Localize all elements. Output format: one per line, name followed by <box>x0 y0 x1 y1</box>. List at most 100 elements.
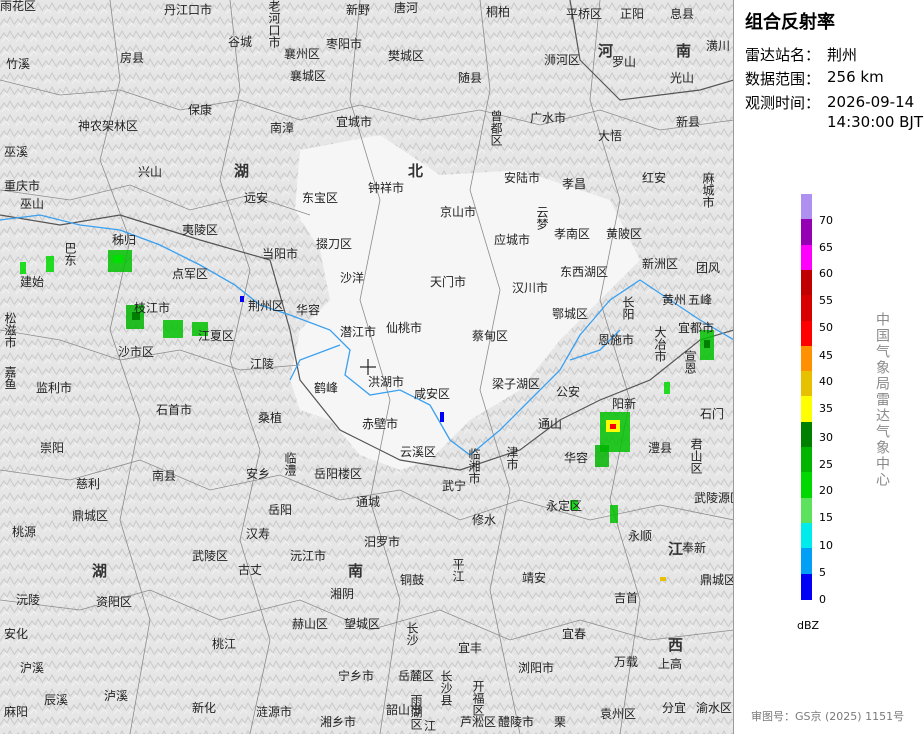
time-clock: 14:30:00 BJT <box>827 113 924 131</box>
city-label: 醴陵市 <box>498 715 535 729</box>
city-label: 赤壁市 <box>362 417 399 431</box>
city-label: 云溪区 <box>400 445 437 459</box>
city-label: 奉新 <box>682 541 707 555</box>
legend-tick-label: 5 <box>819 566 826 579</box>
city-label: 沪溪 <box>20 661 45 675</box>
city-label: 远安 <box>244 191 269 205</box>
city-label: 江陵 <box>250 357 275 371</box>
city-label: 大悟 <box>598 129 623 143</box>
time-value: 2026-09-14 14:30:00 BJT <box>827 92 923 132</box>
city-label: 荆州区 <box>248 299 285 313</box>
legend-tick-label: 30 <box>819 431 833 444</box>
city-label: 谷城 <box>228 35 253 49</box>
city-label: 临湘市 <box>467 448 481 484</box>
city-label: 黄陂区 <box>606 227 643 241</box>
city-label: 秭归 <box>112 233 137 247</box>
time-label: 观测时间： <box>745 94 821 112</box>
city-label: 阳新 <box>612 397 637 411</box>
city-label: 雨花区 <box>0 0 37 13</box>
city-label: 汉川市 <box>512 281 549 295</box>
city-label: 嘉鱼 <box>3 366 17 390</box>
city-label: 古丈 <box>238 563 263 577</box>
city-label: 安化 <box>4 627 29 641</box>
city-label: 浏阳市 <box>518 661 555 675</box>
city-label: 麻城市 <box>701 172 715 208</box>
province-label: 西 <box>668 636 684 654</box>
city-label: 仙桃市 <box>386 321 423 335</box>
city-label: 鹤峰 <box>314 381 339 395</box>
city-label: 沙市区 <box>118 345 155 359</box>
station-value: 荆州 <box>827 46 858 64</box>
city-label: 澧县 <box>648 441 673 455</box>
range-row: 数据范围： 256 km <box>745 68 884 89</box>
city-label: 石首市 <box>156 403 193 417</box>
legend-tick-label: 25 <box>819 458 833 471</box>
city-label: 桃源 <box>12 525 37 539</box>
city-label: 宜都市 <box>678 321 715 335</box>
city-label: 东宝区 <box>302 191 339 205</box>
city-label: 泸溪 <box>104 689 129 703</box>
city-label: 房县 <box>120 51 145 65</box>
legend-color-segment <box>801 269 812 296</box>
city-label: 洪湖市 <box>368 375 405 389</box>
city-label: 雨湖区 <box>409 694 423 730</box>
city-label: 袁州区 <box>600 707 637 721</box>
legend-color-segment <box>801 396 812 423</box>
city-label: 襄城区 <box>290 69 327 83</box>
city-label: 铜鼓 <box>400 573 425 587</box>
province-label: 湖 <box>92 562 108 580</box>
city-label: 湘阴 <box>330 587 355 601</box>
province-label: 北 <box>408 162 424 180</box>
city-label: 樊城区 <box>388 49 425 63</box>
city-label: 江 <box>424 719 437 733</box>
city-label: 汨罗市 <box>364 535 401 549</box>
city-label: 望城区 <box>344 617 381 631</box>
city-label: 君山区 <box>689 438 703 474</box>
legend-color-segment <box>801 320 812 347</box>
legend-tick-label: 55 <box>819 294 833 307</box>
city-label: 唐河 <box>394 1 419 15</box>
city-label: 津市 <box>505 446 519 470</box>
city-label: 新县 <box>676 115 701 129</box>
city-label: 东西湖区 <box>560 265 609 279</box>
city-label: 巫山 <box>20 197 45 211</box>
city-label: 孝南区 <box>554 227 591 241</box>
province-label: 河 <box>598 42 614 60</box>
city-label: 新野 <box>346 3 371 17</box>
city-label: 华容 <box>296 303 321 317</box>
city-label: 资阳区 <box>96 595 133 609</box>
city-label: 鄂城区 <box>552 307 589 321</box>
agency-label: 中国气象局雷达气象中心 <box>874 312 890 488</box>
radar-map[interactable]: 湖北河南湖南江西 丹江口市 老河口市 新野 唐河 桐柏 平桥区 正阳 息县 谷城 襄州区 枣阳市 樊城… <box>0 0 734 734</box>
city-label: 靖安 <box>522 571 547 585</box>
city-label: 通山 <box>538 417 563 431</box>
city-label: 监利市 <box>36 381 73 395</box>
city-label: 建始 <box>20 275 45 289</box>
city-label: 开福区 <box>471 680 485 716</box>
city-label: 修水 <box>472 513 497 527</box>
legend-tick-label: 0 <box>819 593 826 606</box>
city-label: 公安 <box>556 385 581 399</box>
legend-color-segment <box>801 295 812 322</box>
city-label: 京山市 <box>440 205 477 219</box>
city-label: 湘乡市 <box>320 715 357 729</box>
city-label: 分宜 <box>662 701 687 715</box>
city-label: 红安 <box>642 171 667 185</box>
city-label: 新化 <box>192 701 217 715</box>
province-label: 南 <box>348 562 364 580</box>
legend-color-segment <box>801 219 812 246</box>
city-label: 上高 <box>658 657 683 671</box>
range-label: 数据范围： <box>745 70 821 88</box>
city-label: 大冶市 <box>653 326 667 362</box>
city-label: 罗山 <box>612 55 637 69</box>
legend-tick-label: 20 <box>819 484 833 497</box>
city-label: 重庆市 <box>4 179 41 193</box>
station-label: 雷达站名： <box>745 46 821 64</box>
city-label: 辰溪 <box>44 693 69 707</box>
city-label: 孝昌 <box>562 177 587 191</box>
city-label: 桃江 <box>212 637 237 651</box>
city-label: 咸安区 <box>414 387 451 401</box>
city-label: 随县 <box>458 71 483 85</box>
city-label: 长阳 <box>621 296 635 320</box>
city-label: 武陵源区 <box>694 491 733 505</box>
